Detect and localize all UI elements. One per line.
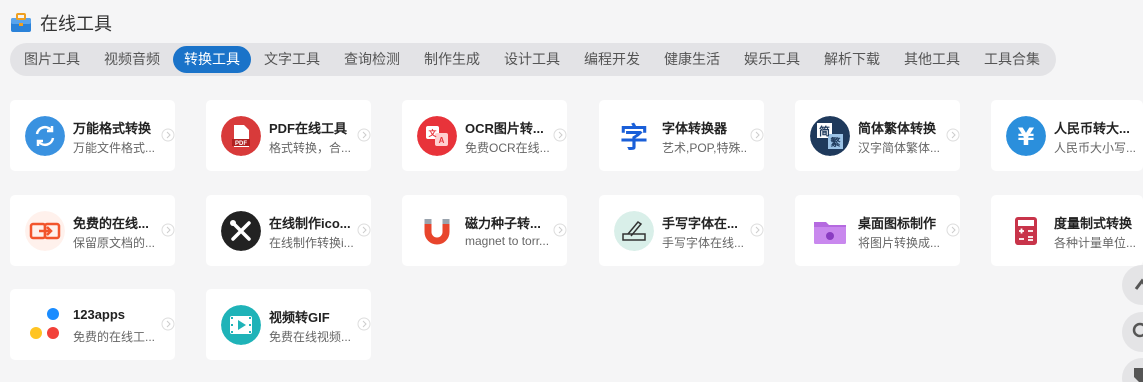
tab-programming[interactable]: 编程开发 [573,46,651,73]
yuan-icon: ¥ [1006,116,1046,156]
category-tabs: 图片工具 视频音频 转换工具 文字工具 查询检测 制作生成 设计工具 编程开发 … [10,43,1056,76]
tool-name: 磁力种子转... [465,216,541,231]
chevron-right-icon [750,128,764,142]
toolbox-icon [11,13,31,32]
tool-card[interactable]: 视频转GIF 免费在线视频... [206,289,371,360]
chevron-right-icon [357,317,371,331]
page-header: 在线工具 [10,10,112,36]
svg-text:字: 字 [620,121,648,154]
tool-name: PDF在线工具 [269,121,348,136]
tool-name: 免费的在线... [73,216,149,231]
tab-parse-download[interactable]: 解析下载 [813,46,891,73]
chevron-right-icon [161,223,175,237]
chevron-right-icon [946,128,960,142]
tab-other-tools[interactable]: 其他工具 [893,46,971,73]
tab-tool-collection[interactable]: 工具合集 [973,46,1051,73]
chevron-right-icon [750,223,764,237]
tool-name: 手写字体在... [662,216,738,231]
handwriting-icon [614,211,654,251]
back-to-top-button[interactable] [1122,265,1143,305]
svg-text:文: 文 [429,128,438,138]
convert-arrows-icon [25,211,65,251]
svg-text:简: 简 [819,124,830,138]
tool-desc: 免费在线视频... [269,330,352,344]
tab-convert-tools[interactable]: 转换工具 [173,46,251,73]
page-title: 在线工具 [40,14,112,34]
font-char-icon: 字 [614,116,654,156]
tool-card[interactable]: 字 字体转换器 艺术,POP,特殊... [599,100,764,171]
chevron-right-icon [357,128,371,142]
tool-card[interactable]: 桌面图标制作 将图片转换成... [795,195,960,266]
tool-desc: 在线制作转换i... [269,236,354,250]
tool-card[interactable]: 文 A OCR图片转... 免费OCR在线... [402,100,567,171]
tool-name: 123apps [73,307,126,322]
tool-card[interactable]: 磁力种子转... magnet to torr... [402,195,567,266]
search-icon [1132,322,1143,338]
tab-health-life[interactable]: 健康生活 [653,46,731,73]
ocr-translate-icon: 文 A [417,116,457,156]
tab-design-tools[interactable]: 设计工具 [493,46,571,73]
tool-card[interactable]: 123apps 免费的在线工... [10,289,175,360]
tool-desc: 手写字体在线... [662,236,745,250]
tool-desc: magnet to torr... [465,234,550,248]
tool-desc: 将图片转换成... [858,236,941,250]
tool-card[interactable]: 手写字体在... 手写字体在线... [599,195,764,266]
tab-query-check[interactable]: 查询检测 [333,46,411,73]
tab-image-tools[interactable]: 图片工具 [13,46,91,73]
tab-make-generate[interactable]: 制作生成 [413,46,491,73]
arrow-up-icon [1134,278,1143,290]
folder-icon [810,211,850,251]
search-button[interactable] [1122,312,1143,352]
tool-card[interactable]: ¥ 人民币转大... 人民币大小写... [991,100,1143,171]
tool-desc: 汉字简体繁体... [858,141,941,155]
tool-desc: 万能文件格式... [73,141,156,155]
tool-name: 桌面图标制作 [858,216,937,231]
tool-card[interactable]: 万能格式转换 万能文件格式... [10,100,175,171]
svg-text:A: A [439,136,445,145]
tool-name: 万能格式转换 [73,121,152,136]
dots-icon [25,305,65,345]
tool-card[interactable]: 免费的在线... 保留原文档的... [10,195,175,266]
tool-card[interactable]: 简 繁 简体繁体转换 汉字简体繁体... [795,100,960,171]
chevron-right-icon [161,128,175,142]
tool-name: 简体繁体转换 [858,121,937,136]
magnet-icon [417,211,457,251]
tool-card[interactable]: 在线制作ico... 在线制作转换i... [206,195,371,266]
tool-name: 在线制作ico... [269,216,351,231]
film-icon [221,305,261,345]
svg-text:繁: 繁 [830,136,842,149]
tool-desc: 人民币大小写... [1054,141,1137,155]
tools-icon [221,211,261,251]
tab-text-tools[interactable]: 文字工具 [253,46,331,73]
tool-card[interactable]: PDF PDF在线工具 格式转换，合... [206,100,371,171]
tab-entertainment[interactable]: 娱乐工具 [733,46,811,73]
tool-desc: 格式转换，合... [269,141,352,155]
tool-name: 度量制式转换 [1054,216,1133,231]
simplified-traditional-icon: 简 繁 [810,116,850,156]
pdf-icon: PDF [221,116,261,156]
calculator-icon [1006,211,1046,251]
tag-button[interactable] [1122,358,1143,382]
chevron-right-icon [357,223,371,237]
chevron-right-icon [553,223,567,237]
tool-desc: 保留原文档的... [73,236,156,250]
chevron-right-icon [946,223,960,237]
tool-desc: 各种计量单位... [1054,236,1137,250]
tag-icon [1134,368,1143,382]
tool-name: 视频转GIF [269,310,330,325]
sync-icon [25,116,65,156]
chevron-right-icon [161,317,175,331]
tool-desc: 免费OCR在线... [465,141,550,155]
tool-name: 字体转换器 [662,121,728,136]
chevron-right-icon [553,128,567,142]
tool-name: 人民币转大... [1054,121,1130,136]
tool-card[interactable]: 度量制式转换 各种计量单位... [991,195,1143,266]
tool-name: OCR图片转... [465,121,544,136]
svg-text:¥: ¥ [1018,123,1035,151]
tool-desc: 免费的在线工... [73,330,156,344]
tab-video-audio[interactable]: 视频音频 [93,46,171,73]
svg-text:PDF: PDF [235,141,247,147]
tool-desc: 艺术,POP,特殊... [662,141,748,155]
